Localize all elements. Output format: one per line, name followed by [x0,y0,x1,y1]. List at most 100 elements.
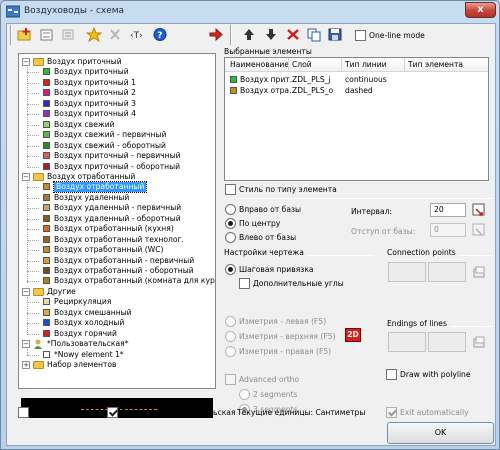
cell-layer: ZDL_PLS_o [292,86,334,95]
folder-icon [33,173,44,181]
expander-icon[interactable]: − [22,340,30,348]
advanced-ortho-checkbox[interactable] [225,374,236,385]
list-button[interactable] [58,26,78,44]
tree-connector [27,114,39,115]
tree-item-label: *Nowy element 1* [54,350,124,359]
endings-title: Endings of lines [387,319,450,328]
expander-icon[interactable]: − [22,173,30,181]
radio-center[interactable] [225,218,236,229]
expander-icon[interactable]: + [22,361,30,369]
arrow-down-icon [266,29,276,40]
interval-input[interactable]: 20 [430,203,466,217]
style-by-type-checkbox[interactable] [225,184,236,195]
ending-button-1[interactable] [388,332,426,352]
offset-input[interactable]: 0 [430,223,466,237]
dialog-client: ‹T› ? One-line mode − Воздух приточный Воз… [6,23,496,446]
tree-connector [27,208,39,209]
extra-angles-label: Дополнительные углы [253,279,344,288]
interval-pick-button[interactable] [471,202,487,220]
copy-button[interactable] [304,26,324,44]
tree-item-label: Воздух отработанный - оборотный [54,266,194,275]
tree-connector [27,349,28,355]
tree-connector [27,104,39,105]
tree-item-label: Воздух смешанный [54,308,132,317]
2d-button[interactable]: 2D [345,328,361,342]
ending-button-2[interactable] [428,332,466,352]
one-line-mode-label: One-line mode [369,31,425,40]
tree-item-label: Воздух горячий [54,329,117,338]
tree-item-label: Воздух приточный 4 [54,109,136,118]
add-to-selection-button[interactable] [206,26,226,44]
add-icon [17,28,31,41]
tree-item-label: Воздух холодный [54,318,125,327]
color-swatch [43,257,50,264]
extra-angles-checkbox[interactable] [239,278,250,289]
pick-icon [472,203,485,216]
move-up-button[interactable] [239,26,259,44]
table-row[interactable]: Воздух отра... ZDL_PLS_o dashed [225,85,488,96]
remove-button[interactable] [283,26,303,44]
color-swatch [43,319,50,326]
expander-icon[interactable]: − [22,58,30,66]
new-element-button[interactable] [37,26,57,44]
close-button[interactable]: x [465,2,496,18]
element-tree[interactable]: − Воздух приточный Воздух приточный Воздух … [18,53,216,389]
draw-with-polyline-checkbox[interactable] [386,369,397,380]
endings-options-button[interactable] [471,334,487,352]
tree-connector [27,271,39,272]
sort-checkbox[interactable] [18,407,29,418]
color-swatch [43,267,50,274]
exit-automatically-label: Exit automatically [400,408,469,417]
tree-group-label: Другие [47,287,76,296]
color-swatch [43,277,50,284]
tree-connector [27,156,39,157]
radio-2-segments[interactable] [239,389,250,400]
radio-right-of-base[interactable] [225,204,236,215]
one-line-mode-checkbox[interactable] [355,30,366,41]
selected-elements-table[interactable]: Наименование Слой Тип линии Тип элемента… [224,57,489,181]
tree-item-label: Воздух удаленный [54,193,130,202]
radio-snap[interactable] [225,264,236,275]
arrow-right-icon [209,27,223,42]
table-row[interactable]: Воздух прит... ZDL_PLS_j continuous [225,74,488,85]
tree-connector [27,198,39,199]
col-linetype-header[interactable]: Тип линии [345,60,387,69]
col-name-header[interactable]: Наименование [230,60,289,69]
col-element-type-header[interactable]: Тип элемента [408,60,463,69]
tree-connector [27,250,39,251]
radio-measure-top[interactable] [225,331,236,342]
col-layer-header[interactable]: Слой [292,60,312,69]
delete-button[interactable] [105,26,125,44]
connection-point-button-1[interactable] [388,262,426,282]
radio-2-segments-label: 2 segments [253,390,298,399]
save-icon [328,28,342,41]
rename-button[interactable]: ‹T› [127,26,147,44]
connection-point-button-2[interactable] [428,262,466,282]
separate-category-checkbox[interactable] [107,407,118,418]
help-button[interactable]: ? [150,26,170,44]
expander-icon[interactable]: − [22,288,30,296]
arrow-up-icon [244,29,254,40]
ok-button[interactable]: OK [387,422,494,444]
tree-item-label: Воздух отработанный (WC) [54,245,164,254]
connection-points-options-button[interactable] [471,264,487,282]
color-swatch [43,121,50,128]
tree-item-label: Воздух отработанный - первичный [54,256,195,265]
radio-left-of-base[interactable] [225,232,236,243]
move-down-button[interactable] [261,26,281,44]
tree-item-label: Воздух приточный [54,67,129,76]
new-folder-button[interactable] [15,26,35,44]
color-swatch [43,215,50,222]
tree-connector [27,182,28,283]
exit-automatically-checkbox[interactable] [386,407,397,418]
favorite-button[interactable] [84,26,104,44]
tree-group-label: *Пользовательская* [47,339,129,348]
radio-measure-left[interactable] [225,316,236,327]
draw-with-polyline-label: Draw with polyline [400,370,471,379]
save-button[interactable] [325,26,345,44]
offset-pick-button[interactable] [471,222,487,240]
tree-item-label: Воздух отработанный (комната для курения… [54,276,215,285]
tree-item-label: Воздух приточный 2 [54,88,136,97]
radio-measure-right[interactable] [225,346,236,357]
copy-icon [307,28,321,42]
